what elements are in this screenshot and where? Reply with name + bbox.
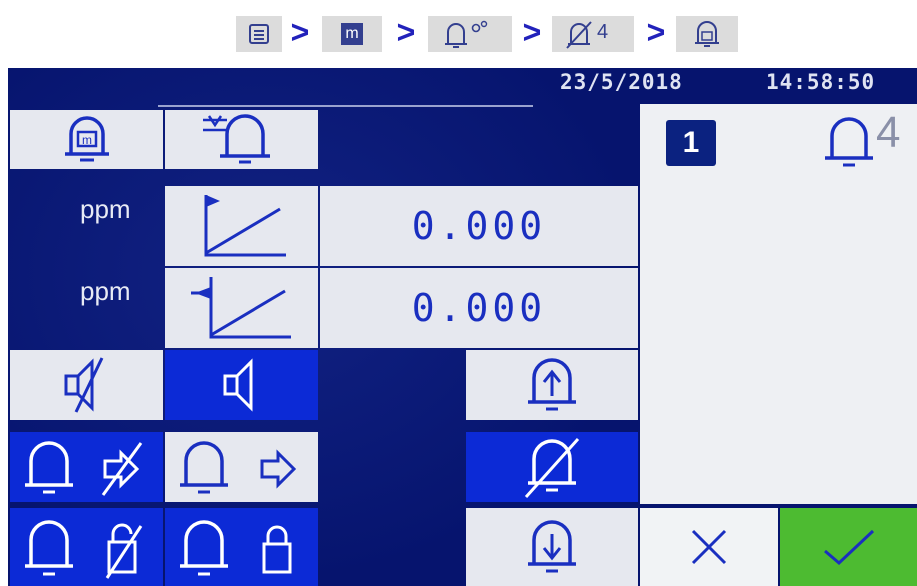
bell-unlatched-icon — [24, 520, 142, 579]
alarm-rising-icon — [528, 358, 576, 411]
bell-m-icon: m — [64, 115, 109, 161]
alarm-disabled-icon — [524, 437, 580, 499]
breadcrumb-separator: > — [290, 13, 310, 50]
unlatched-button[interactable] — [10, 508, 163, 586]
status-divider — [158, 105, 533, 107]
ramp-high-icon — [204, 195, 286, 257]
checkmark-icon — [823, 529, 874, 566]
device-screen: 23/5/2018 14:58:50 m ppm 0.000 ppm 0.000 — [8, 68, 917, 586]
tab-bell-m[interactable]: m — [10, 110, 163, 169]
m-square-label: m — [341, 23, 363, 45]
channel-alarm-level: 4 — [876, 108, 901, 157]
speaker-muted-icon — [64, 357, 103, 413]
alarm-falling-button[interactable] — [466, 508, 638, 586]
close-icon — [691, 529, 727, 565]
breadcrumb-separator: > — [522, 13, 542, 50]
channel-number: 1 — [666, 120, 716, 166]
breadcrumb: > m > > 4 > — [0, 13, 917, 56]
cancel-button[interactable] — [640, 508, 778, 586]
bell-muted-4-label: 4 — [597, 21, 608, 43]
tab-bell-hysteresis[interactable] — [165, 110, 318, 169]
threshold-1-field[interactable]: 0.000 — [320, 186, 638, 266]
status-time: 14:58:50 — [766, 70, 876, 94]
bell-follow-icon — [179, 441, 296, 494]
bell-m-icon[interactable] — [676, 16, 738, 52]
threshold-1-value: 0.000 — [411, 204, 547, 248]
breadcrumb-separator: > — [396, 13, 416, 50]
buzzer-off-button[interactable] — [10, 350, 163, 420]
threshold-2-unit: ppm — [80, 276, 131, 306]
buzzer-on-button[interactable] — [165, 350, 318, 420]
no-follow-button[interactable] — [10, 432, 163, 502]
alarm-falling-icon — [528, 520, 576, 573]
bell-hysteresis-icon — [202, 113, 270, 163]
m-square-icon[interactable]: m — [322, 16, 382, 52]
ramp-low-button[interactable] — [165, 268, 318, 348]
ramp-low-icon — [190, 277, 291, 339]
alarm-disabled-button[interactable] — [466, 432, 638, 502]
ramp-high-button[interactable] — [165, 186, 318, 266]
bell-no-follow-icon — [24, 441, 142, 496]
bell-latched-icon — [179, 520, 291, 576]
svg-text:m: m — [82, 133, 92, 147]
latched-button[interactable] — [165, 508, 318, 586]
follow-button[interactable] — [165, 432, 318, 502]
status-date: 23/5/2018 — [560, 70, 683, 94]
bell-muted-4-icon[interactable]: 4 — [552, 16, 634, 52]
bell-settings-icon[interactable] — [428, 16, 512, 52]
alarm-rising-button[interactable] — [466, 350, 638, 420]
breadcrumb-separator: > — [646, 13, 666, 50]
menu-list-icon[interactable] — [236, 16, 282, 52]
confirm-button[interactable] — [780, 508, 917, 586]
speaker-icon — [223, 358, 252, 412]
threshold-1-unit: ppm — [80, 194, 131, 224]
channel-bell-icon — [825, 117, 873, 167]
threshold-2-field[interactable]: 0.000 — [320, 268, 638, 348]
threshold-2-value: 0.000 — [411, 286, 547, 330]
